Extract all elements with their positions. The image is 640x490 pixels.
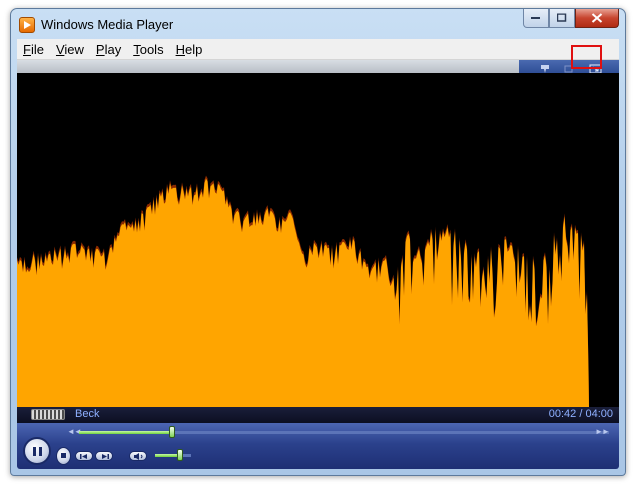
menu-bar: File View Play Tools Help [17, 39, 619, 60]
volume-handle[interactable] [177, 449, 184, 461]
close-icon [591, 13, 603, 23]
status-bar: Beck 00:42 / 04:00 [17, 407, 619, 423]
media-player-window: Windows Media Player File View Play Tool… [10, 8, 626, 476]
track-title: Beck [75, 408, 100, 420]
highlight-box [571, 45, 602, 69]
minimize-button[interactable] [523, 9, 549, 28]
menu-view[interactable]: View [56, 42, 84, 57]
stop-button[interactable] [56, 447, 71, 465]
seek-handle[interactable] [168, 426, 175, 438]
playback-controls: ◄◄ ►► [17, 423, 619, 469]
volume-slider[interactable] [155, 449, 191, 461]
menu-file[interactable]: File [23, 42, 44, 57]
next-button[interactable] [95, 451, 113, 461]
maximize-icon [557, 13, 567, 22]
mini-toolbar [17, 60, 619, 74]
visualization-edge [595, 73, 619, 407]
next-icon [102, 454, 109, 459]
fast-forward-icon[interactable]: ►► [595, 427, 610, 436]
maximize-button[interactable] [549, 9, 575, 28]
mute-button[interactable] [129, 451, 147, 461]
speaker-icon [134, 453, 143, 460]
previous-button[interactable] [75, 451, 93, 461]
minimize-icon [531, 17, 540, 19]
menu-tools[interactable]: Tools [133, 42, 163, 57]
menu-help[interactable]: Help [176, 42, 203, 57]
menu-play[interactable]: Play [96, 42, 121, 57]
close-button[interactable] [575, 9, 619, 28]
window-title: Windows Media Player [41, 17, 174, 32]
seek-bar[interactable] [79, 426, 609, 438]
visualization-menu-button[interactable] [539, 61, 551, 73]
seek-progress [79, 431, 172, 434]
media-player-icon [19, 17, 35, 33]
previous-icon [80, 454, 87, 459]
time-readout[interactable]: 00:42 / 04:00 [549, 408, 613, 420]
pause-button[interactable] [23, 437, 51, 465]
waveform-visualization [17, 175, 589, 407]
equalizer-icon[interactable] [31, 409, 65, 420]
visualization-area[interactable] [17, 73, 595, 407]
title-bar[interactable]: Windows Media Player [11, 9, 625, 39]
